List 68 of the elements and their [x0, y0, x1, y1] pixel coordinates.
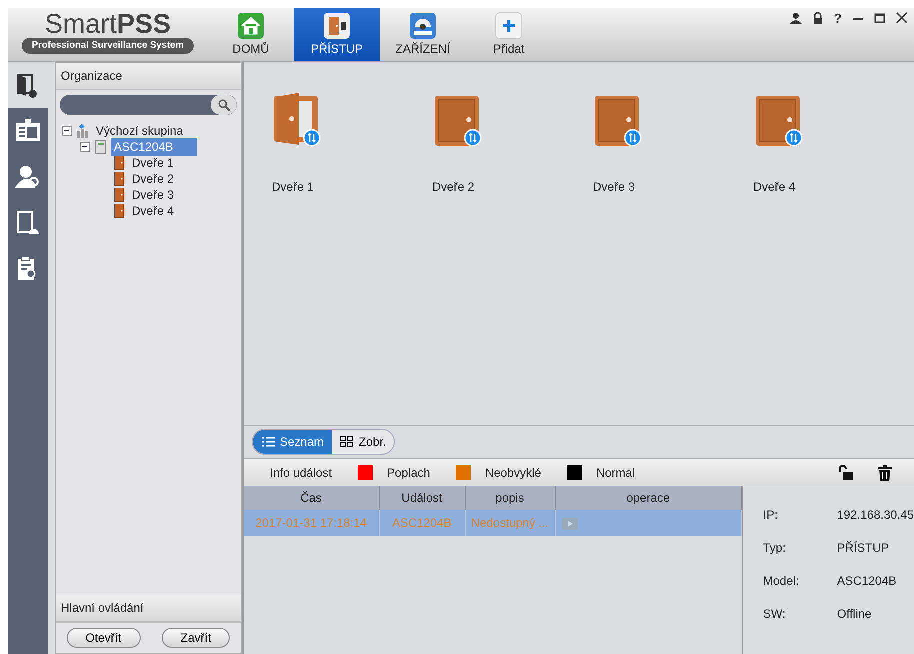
table-cell: 2017-01-31 17:18:14: [244, 510, 379, 536]
home-icon: [237, 12, 265, 40]
door-icon: [112, 188, 126, 202]
info-value: Offline: [837, 606, 872, 622]
controller-icon: [94, 140, 108, 154]
table-cell: ASC1204B: [379, 510, 465, 536]
tree-item[interactable]: Výchozí skupina: [93, 122, 186, 140]
info-label: IP:: [763, 506, 779, 524]
column-header: Čas: [244, 486, 379, 510]
legend-label: Normal: [596, 464, 636, 482]
door-icon: [112, 156, 126, 170]
close-icon[interactable]: [896, 12, 908, 24]
nav-tab[interactable]: PŘÍSTUP: [294, 8, 380, 61]
info-value: ASC1204B: [837, 572, 897, 590]
unlock-icon[interactable]: [838, 464, 854, 480]
help-button[interactable]: ?: [834, 12, 842, 26]
column-header: popis: [465, 486, 555, 510]
user-key-icon: [15, 164, 41, 190]
collapse-icon[interactable]: [80, 142, 91, 152]
info-value: 192.168.30.45: [837, 506, 914, 524]
camera-icon: [409, 12, 437, 40]
tree-item[interactable]: ASC1204B: [111, 138, 198, 156]
group-icon: [76, 124, 90, 138]
door-icon: [112, 172, 126, 186]
door-label: Dveře 4: [754, 179, 796, 196]
door-label: Dveře 1: [272, 179, 314, 196]
view-tab[interactable]: Seznam: [253, 430, 332, 454]
panel-title: Organizace: [56, 63, 241, 90]
info-label: Typ:: [763, 540, 787, 556]
tree-item[interactable]: Dveře 3: [129, 186, 178, 204]
info-value: PŘÍSTUP: [837, 540, 890, 556]
legend-label: Poplach: [387, 464, 430, 482]
door-icon[interactable]: [272, 92, 322, 148]
plus-icon: [495, 12, 523, 40]
door-control-button[interactable]: Zavřít: [162, 628, 230, 648]
lock-icon[interactable]: [812, 12, 824, 24]
maximize-icon[interactable]: [874, 12, 886, 24]
door-bell-icon: [15, 210, 41, 236]
trash-icon[interactable]: [878, 464, 892, 480]
user-icon[interactable]: [790, 12, 802, 24]
tree-item[interactable]: Dveře 4: [129, 202, 178, 220]
legend-label: Neobvyklé: [485, 464, 542, 482]
door-control-button[interactable]: Otevřít: [66, 628, 141, 648]
door-icon: [112, 204, 126, 218]
nav-tab[interactable]: DOMŮ: [208, 8, 294, 61]
info-label: Model:: [763, 572, 800, 590]
nav-tab[interactable]: Přidat: [466, 8, 552, 61]
column-header: Událost: [379, 486, 465, 510]
view-tab[interactable]: Zobr.: [332, 430, 394, 454]
panel-title: Hlavní ovládání: [56, 595, 241, 622]
logo-subtitle: Professional Surveillance System: [22, 38, 194, 54]
nav-tab[interactable]: ZAŘÍZENÍ: [380, 8, 466, 61]
list-icon: [261, 436, 276, 448]
search-icon[interactable]: [218, 98, 230, 112]
door-icon: [323, 12, 351, 40]
grid-icon: [340, 436, 356, 448]
search-field[interactable]: [60, 95, 237, 115]
table-cell: Nedostupný ...: [465, 510, 555, 536]
tree-item[interactable]: Dveře 1: [129, 154, 178, 172]
collapse-icon[interactable]: [62, 126, 73, 136]
info-label: SW:: [763, 606, 787, 622]
id-card-icon: [15, 118, 41, 144]
column-header: operace: [555, 486, 742, 510]
logo-title: SmartPSS: [44, 10, 172, 38]
tree-item[interactable]: Dveře 2: [129, 170, 178, 188]
legend-title: Info událost: [270, 464, 332, 482]
door-label: Dveře 2: [432, 179, 475, 196]
door-label: Dveře 3: [593, 179, 636, 196]
